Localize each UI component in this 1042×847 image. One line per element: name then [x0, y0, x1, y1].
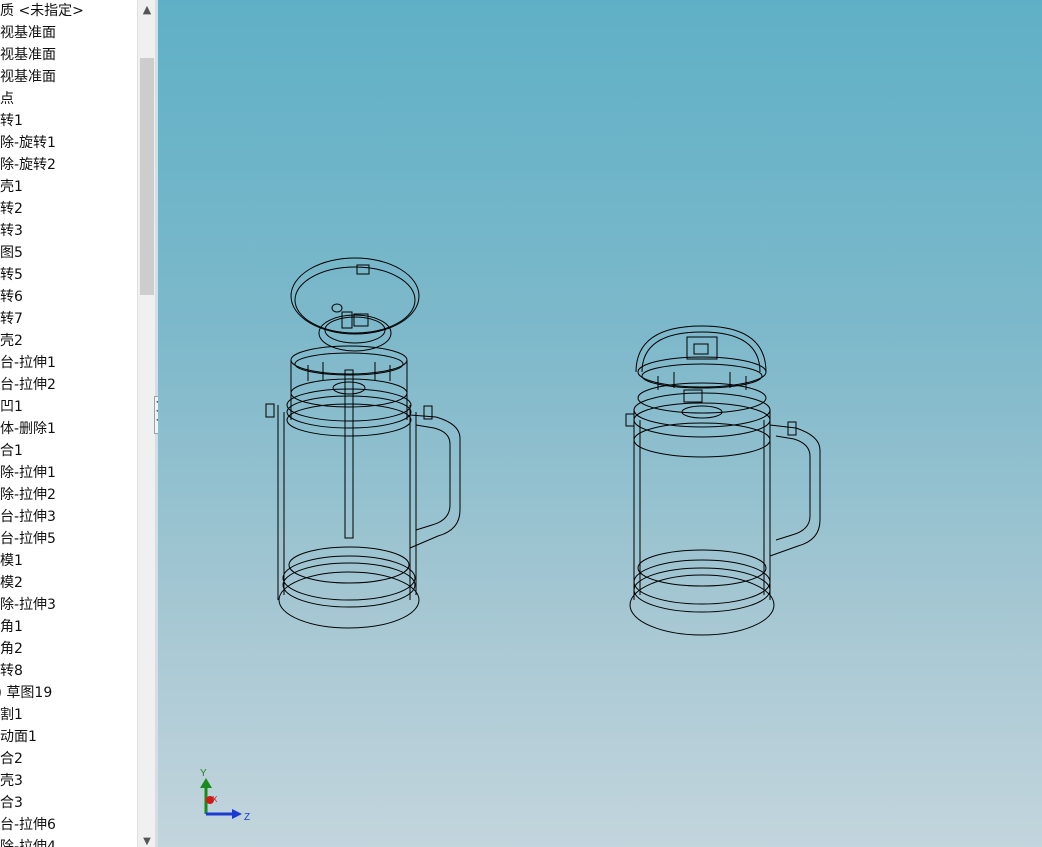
- feature-tree-item[interactable]: 抽壳1: [0, 176, 84, 198]
- z-axis-label: Z: [244, 812, 250, 823]
- feature-tree-item[interactable]: 拔模2: [0, 572, 84, 594]
- feature-tree-item[interactable]: 旋转5: [0, 264, 84, 286]
- z-axis-arrow-icon: [232, 809, 242, 819]
- feature-tree-item[interactable]: 切除-拉伸3: [0, 594, 84, 616]
- graphics-viewport[interactable]: Y Z X: [158, 0, 1042, 847]
- left-pitcher-handle: [409, 414, 461, 549]
- feature-tree-item[interactable]: 旋转2: [0, 198, 84, 220]
- orientation-triad: Y Z X: [200, 768, 250, 823]
- feature-tree-item[interactable]: 凸台-拉伸6: [0, 814, 84, 836]
- feature-tree-item[interactable]: 压凹1: [0, 396, 84, 418]
- y-axis-label: Y: [200, 768, 207, 779]
- x-axis-label: X: [212, 795, 218, 804]
- feature-tree-item[interactable]: 旋转8: [0, 660, 84, 682]
- model-wireframe: [265, 257, 821, 636]
- scroll-down-arrow-icon[interactable]: ▼: [138, 837, 156, 847]
- feature-tree-item[interactable]: 凸台-拉伸2: [0, 374, 84, 396]
- feature-tree-item[interactable]: 旋转7: [0, 308, 84, 330]
- feature-tree-item[interactable]: 前视基准面: [0, 22, 84, 44]
- feature-tree-item[interactable]: 旋转1: [0, 110, 84, 132]
- feature-tree-item[interactable]: 上视基准面: [0, 44, 84, 66]
- right-pitcher-handle: [769, 424, 821, 557]
- feature-tree-item[interactable]: 拔模1: [0, 550, 84, 572]
- feature-tree-item[interactable]: 组合1: [0, 440, 84, 462]
- feature-tree-item[interactable]: 原点: [0, 88, 84, 110]
- feature-tree-item[interactable]: 组合3: [0, 792, 84, 814]
- feature-tree-item[interactable]: 切除-旋转1: [0, 132, 84, 154]
- feature-tree-item[interactable]: 抽壳2: [0, 330, 84, 352]
- feature-tree-item[interactable]: 旋转3: [0, 220, 84, 242]
- feature-tree-item[interactable]: 移动面1: [0, 726, 84, 748]
- feature-tree-item[interactable]: 切除-拉伸4: [0, 836, 84, 847]
- scroll-thumb[interactable]: [140, 58, 154, 295]
- feature-tree-item[interactable]: 材质 <未指定>: [0, 0, 84, 22]
- feature-tree-item[interactable]: 右视基准面: [0, 66, 84, 88]
- scroll-up-arrow-icon[interactable]: ▲: [138, 0, 156, 20]
- feature-tree-item[interactable]: (-) 草图19: [0, 682, 84, 704]
- feature-tree-item[interactable]: 凸台-拉伸1: [0, 352, 84, 374]
- y-axis-arrow-icon: [200, 778, 212, 788]
- feature-tree-item[interactable]: 分割1: [0, 704, 84, 726]
- feature-tree-item[interactable]: 切除-拉伸1: [0, 462, 84, 484]
- feature-manager-tree: 材质 <未指定>前视基准面上视基准面右视基准面原点旋转1切除-旋转1切除-旋转2…: [0, 0, 137, 847]
- feature-tree-item[interactable]: 凸台-拉伸5: [0, 528, 84, 550]
- feature-tree-item[interactable]: 草图5: [0, 242, 84, 264]
- feature-tree-item[interactable]: 实体-删除1: [0, 418, 84, 440]
- feature-tree-item[interactable]: 凸台-拉伸3: [0, 506, 84, 528]
- feature-tree-item[interactable]: 圆角1: [0, 616, 84, 638]
- feature-tree-list: 材质 <未指定>前视基准面上视基准面右视基准面原点旋转1切除-旋转1切除-旋转2…: [0, 0, 84, 847]
- feature-tree-item[interactable]: 圆角2: [0, 638, 84, 660]
- feature-tree-item[interactable]: 切除-旋转2: [0, 154, 84, 176]
- right-pitcher-body: [625, 356, 797, 636]
- feature-tree-item[interactable]: 旋转6: [0, 286, 84, 308]
- feature-tree-item[interactable]: 组合2: [0, 748, 84, 770]
- open-lid: [290, 257, 420, 352]
- closed-lid-dome: [635, 325, 767, 373]
- feature-tree-item[interactable]: 切除-拉伸2: [0, 484, 84, 506]
- left-pitcher-body: [265, 345, 433, 629]
- feature-tree-item[interactable]: 抽壳3: [0, 770, 84, 792]
